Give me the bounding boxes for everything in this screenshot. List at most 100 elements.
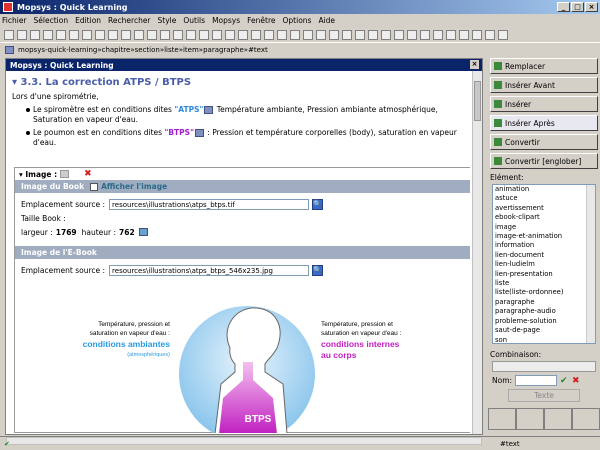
audio-icon[interactable] bbox=[251, 29, 261, 40]
browse-icon[interactable]: 🔍 bbox=[312, 198, 324, 210]
resize-icon[interactable] bbox=[138, 228, 148, 236]
texte-button[interactable]: Texte bbox=[508, 389, 580, 402]
up-icon[interactable] bbox=[394, 29, 404, 40]
insert-after-button[interactable]: Insérer Après bbox=[490, 115, 598, 131]
maximize-button[interactable]: □ bbox=[571, 2, 584, 12]
grid-icon[interactable] bbox=[472, 29, 482, 40]
save-icon[interactable] bbox=[30, 29, 40, 40]
tab-2[interactable] bbox=[516, 408, 544, 430]
view-icon[interactable] bbox=[485, 29, 495, 40]
check-icon[interactable] bbox=[277, 29, 287, 40]
delete-icon[interactable]: ✖ bbox=[84, 169, 92, 179]
menu-outils[interactable]: Outils bbox=[183, 16, 205, 25]
panel-title: Mopsys : Quick Learning bbox=[10, 60, 114, 70]
zoom-icon[interactable] bbox=[355, 29, 365, 40]
list-item[interactable]: paragraphe-audio bbox=[493, 307, 595, 316]
style-icon[interactable] bbox=[186, 29, 196, 40]
redo-icon[interactable] bbox=[108, 29, 118, 40]
list-item[interactable]: avertissement bbox=[493, 204, 595, 213]
list-item[interactable]: liste bbox=[493, 279, 595, 288]
props-icon[interactable] bbox=[446, 29, 456, 40]
menu-options[interactable]: Options bbox=[283, 16, 312, 25]
list-icon[interactable] bbox=[212, 29, 222, 40]
find-icon[interactable] bbox=[121, 29, 131, 40]
copy-icon[interactable] bbox=[69, 29, 79, 40]
vertical-scrollbar[interactable] bbox=[472, 71, 482, 434]
menu-edition[interactable]: Edition bbox=[75, 16, 101, 25]
book-source-input[interactable]: resources\illustrations\atps_btps.tif bbox=[109, 198, 310, 210]
menu-mopsys[interactable]: Mopsys bbox=[212, 16, 240, 25]
cut-icon[interactable] bbox=[56, 29, 66, 40]
list-item[interactable]: son bbox=[493, 336, 595, 344]
print-icon[interactable] bbox=[43, 29, 53, 40]
help-icon[interactable] bbox=[342, 29, 352, 40]
list-item[interactable]: probleme-solution bbox=[493, 317, 595, 326]
web-icon[interactable] bbox=[329, 29, 339, 40]
undo-icon[interactable] bbox=[95, 29, 105, 40]
list-item[interactable]: lien-presentation bbox=[493, 270, 595, 279]
list-item[interactable]: paragraphe bbox=[493, 298, 595, 307]
list-item[interactable]: lien-document bbox=[493, 251, 595, 260]
spell-icon[interactable] bbox=[290, 29, 300, 40]
confirm-icon[interactable]: ✔ bbox=[560, 376, 570, 386]
scroll-thumb[interactable] bbox=[474, 81, 481, 121]
right-icon[interactable] bbox=[433, 29, 443, 40]
menu-fenetre[interactable]: Fenêtre bbox=[247, 16, 275, 25]
export-icon[interactable] bbox=[303, 29, 313, 40]
menu-fichier[interactable]: Fichier bbox=[2, 16, 27, 25]
ebook-source-input[interactable]: resources\illustrations\atps_btps_546x23… bbox=[109, 264, 310, 276]
menu-style[interactable]: Style bbox=[158, 16, 177, 25]
list-item[interactable]: saut-de-page bbox=[493, 326, 595, 335]
convert-wrap-button[interactable]: Convertir [englober] bbox=[490, 153, 598, 169]
replace-button[interactable]: Remplacer bbox=[490, 58, 598, 74]
list-item[interactable]: image bbox=[493, 223, 595, 232]
section-heading: ▾ 3.3. La correction ATPS / BTPS bbox=[12, 77, 192, 88]
element-list[interactable]: animation astuce avertissement ebook-clipar… bbox=[492, 184, 596, 344]
glossary-icon[interactable] bbox=[204, 106, 214, 114]
down-icon[interactable] bbox=[407, 29, 417, 40]
insert-button[interactable]: Insérer bbox=[490, 96, 598, 112]
open-icon[interactable] bbox=[17, 29, 27, 40]
list-item[interactable]: animation bbox=[493, 185, 595, 194]
combinaison-select[interactable] bbox=[492, 361, 596, 372]
replace-icon[interactable] bbox=[134, 29, 144, 40]
italic-icon[interactable] bbox=[160, 29, 170, 40]
list-item[interactable]: astuce bbox=[493, 194, 595, 203]
nom-input[interactable] bbox=[515, 375, 558, 386]
bold-icon[interactable] bbox=[147, 29, 157, 40]
list-scrollbar[interactable] bbox=[586, 185, 595, 343]
list-item[interactable]: image-et-animation bbox=[493, 232, 595, 241]
tree-icon[interactable] bbox=[459, 29, 469, 40]
image-icon[interactable] bbox=[238, 29, 248, 40]
new-icon[interactable] bbox=[4, 29, 14, 40]
prev-icon[interactable] bbox=[368, 29, 378, 40]
tab-4[interactable] bbox=[572, 408, 600, 430]
browse-icon[interactable]: 🔍 bbox=[312, 264, 324, 276]
show-image-checkbox[interactable] bbox=[90, 182, 99, 191]
close-icon[interactable] bbox=[498, 29, 508, 40]
cancel-icon[interactable]: ✖ bbox=[572, 376, 582, 386]
left-icon[interactable] bbox=[420, 29, 430, 40]
table-icon[interactable] bbox=[199, 29, 209, 40]
menu-aide[interactable]: Aide bbox=[318, 16, 335, 25]
convert-button[interactable]: Convertir bbox=[490, 134, 598, 150]
underline-icon[interactable] bbox=[173, 29, 183, 40]
list-item[interactable]: lien-ludielm bbox=[493, 260, 595, 269]
menu-rechercher[interactable]: Rechercher bbox=[108, 16, 150, 25]
tab-1[interactable] bbox=[488, 408, 516, 430]
link-icon[interactable] bbox=[225, 29, 235, 40]
panel-close-icon[interactable]: × bbox=[470, 60, 479, 69]
close-button[interactable]: × bbox=[585, 2, 598, 12]
list-item[interactable]: information bbox=[493, 241, 595, 250]
paste-icon[interactable] bbox=[82, 29, 92, 40]
glossary-icon[interactable] bbox=[194, 129, 204, 137]
next-icon[interactable] bbox=[381, 29, 391, 40]
list-item[interactable]: liste(liste-ordonnee) bbox=[493, 288, 595, 297]
video-icon[interactable] bbox=[264, 29, 274, 40]
menu-selection[interactable]: Sélection bbox=[34, 16, 69, 25]
list-item[interactable]: ebook-clipart bbox=[493, 213, 595, 222]
tab-3[interactable] bbox=[544, 408, 572, 430]
minimize-button[interactable]: _ bbox=[557, 2, 570, 12]
insert-before-button[interactable]: Insérer Avant bbox=[490, 77, 598, 93]
pdf-icon[interactable] bbox=[316, 29, 326, 40]
